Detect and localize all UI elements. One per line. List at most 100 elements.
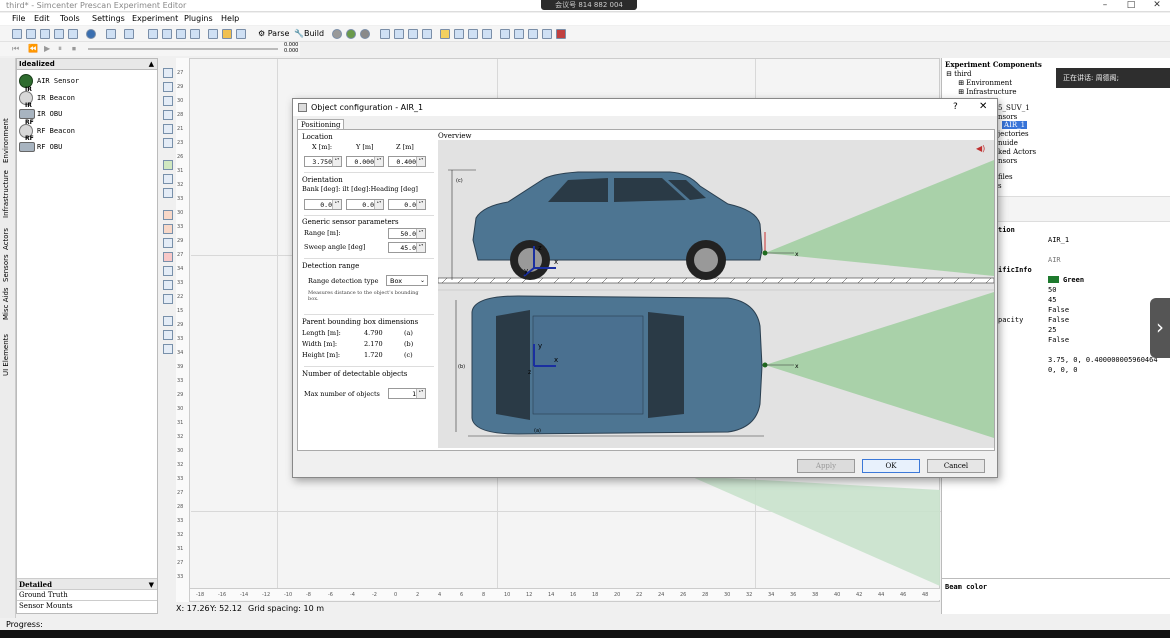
open-icon[interactable] [26,29,36,39]
next-arrow-icon[interactable]: › [1150,298,1170,358]
tool-j-icon[interactable] [528,29,538,39]
tool-c-icon[interactable] [408,29,418,39]
save-as-icon[interactable] [54,29,64,39]
layer-icon[interactable] [163,280,173,290]
paste-icon[interactable] [176,29,186,39]
redo-icon[interactable] [124,29,134,39]
help-icon[interactable]: ? [953,102,958,112]
new-icon[interactable] [12,29,22,39]
cut-icon[interactable] [148,29,158,39]
tree-linked-actors[interactable]: ked Actors [998,148,1036,156]
rotate-icon[interactable] [163,330,173,340]
delete-icon[interactable] [190,29,200,39]
pointer-icon[interactable] [163,68,173,78]
brush-icon[interactable] [163,344,173,354]
tool-f-icon[interactable] [468,29,478,39]
tree-infrastructure[interactable]: ⊞ Infrastructure [958,88,1016,96]
z-input[interactable]: 0.400 [388,156,426,167]
tab-sensors[interactable]: Sensors [2,254,10,282]
snap-icon[interactable] [163,294,173,304]
pan-icon[interactable] [163,138,173,148]
bug-icon[interactable] [556,29,566,39]
time-slider[interactable] [88,48,278,50]
menu-settings[interactable]: Settings [92,14,125,23]
tool-g-icon[interactable] [482,29,492,39]
ok-button[interactable]: OK [862,459,920,473]
menu-experiment[interactable]: Experiment [132,14,178,23]
star-icon[interactable] [440,29,450,39]
parse-button[interactable]: ⚙ Parse [258,29,289,38]
junction-icon[interactable] [163,224,173,234]
viewer-icon[interactable] [360,29,370,39]
tab-positioning[interactable]: Positioning [297,119,345,129]
measure-icon[interactable] [163,188,173,198]
rewind-icon[interactable]: ⏮ [12,44,19,54]
cancel-button[interactable]: Cancel [927,459,985,473]
collapse-icon[interactable]: ▲ [149,59,154,70]
key-icon[interactable] [222,29,232,39]
detailed-header[interactable]: Detailed ▼ [17,578,157,589]
max-objects-input[interactable]: 1 [388,388,426,399]
range-input[interactable]: 50.0 [388,228,426,239]
build-button[interactable]: 🔧Build [294,29,324,38]
tool-d-icon[interactable] [422,29,432,39]
maximize-icon[interactable]: □ [1118,0,1144,10]
tree-air1[interactable]: AIR_1 [1002,121,1028,129]
marker-icon[interactable] [163,252,173,262]
globe-icon[interactable] [163,266,173,276]
play-icon[interactable]: ▶ [44,44,50,53]
tool-a-icon[interactable] [380,29,390,39]
pencil-icon[interactable] [236,29,246,39]
menu-edit[interactable]: Edit [34,14,50,23]
speaker-icon[interactable]: ◀) [976,144,985,153]
tab-environment[interactable]: Environment [2,118,10,163]
close-icon[interactable]: ✕ [1144,0,1170,10]
tab-ui-elements[interactable]: UI Elements [2,334,10,376]
tab-infrastructure[interactable]: Infrastructure [2,170,10,218]
menu-tools[interactable]: Tools [60,14,80,23]
lane-icon[interactable] [163,238,173,248]
tree-files[interactable]: files [998,173,1013,181]
bank-input[interactable]: 0.0 [304,199,342,210]
heading-input[interactable]: 0.0 [388,199,426,210]
tab-misc-aids[interactable]: Misc Aids [2,287,10,320]
menu-help[interactable]: Help [221,14,239,23]
tool-e-icon[interactable] [454,29,464,39]
tree-sensors[interactable]: nsors [998,113,1017,121]
tree-guide[interactable]: nuide [998,139,1018,147]
sensor-mounts-item[interactable]: Sensor Mounts [17,600,157,611]
minimize-icon[interactable]: – [1092,0,1118,10]
tree-suv[interactable]: 5_SUV_1 [998,104,1030,112]
draw-icon[interactable] [163,174,173,184]
step-icon[interactable]: ⏪ [28,44,38,53]
detection-type-select[interactable]: Box ⌄ [386,275,428,286]
ground-truth-item[interactable]: Ground Truth [17,589,157,600]
menu-file[interactable]: File [12,14,25,23]
tree-s[interactable]: s [998,182,1002,190]
sweep-input[interactable]: 45.0 [388,242,426,253]
tree-root[interactable]: ⊟ third [946,70,971,78]
help-icon[interactable] [86,29,96,39]
tilt-input[interactable]: 0.0 [346,199,384,210]
export-icon[interactable] [68,29,78,39]
simulink-icon[interactable] [346,29,356,39]
zoom-in-icon[interactable] [163,82,173,92]
menu-plugins[interactable]: Plugins [184,14,213,23]
y-input[interactable]: 0.000 [346,156,384,167]
tab-actors[interactable]: Actors [2,228,10,250]
tool-h-icon[interactable] [500,29,510,39]
select-icon[interactable] [208,29,218,39]
path-icon[interactable] [163,160,173,170]
close-icon[interactable]: ✕ [979,101,987,112]
zoom-fit-icon[interactable] [163,124,173,134]
road-icon[interactable] [163,210,173,220]
apply-button[interactable]: Apply [797,459,855,473]
pause-icon[interactable]: ⏸ [58,44,62,54]
tree-trajectories[interactable]: jectories [998,130,1029,138]
tool-k-icon[interactable] [542,29,552,39]
zoom-area-icon[interactable] [163,96,173,106]
tool-i-icon[interactable] [514,29,524,39]
save-icon[interactable] [40,29,50,39]
tool-b-icon[interactable] [394,29,404,39]
stop-icon[interactable]: ⏹ [72,44,76,54]
